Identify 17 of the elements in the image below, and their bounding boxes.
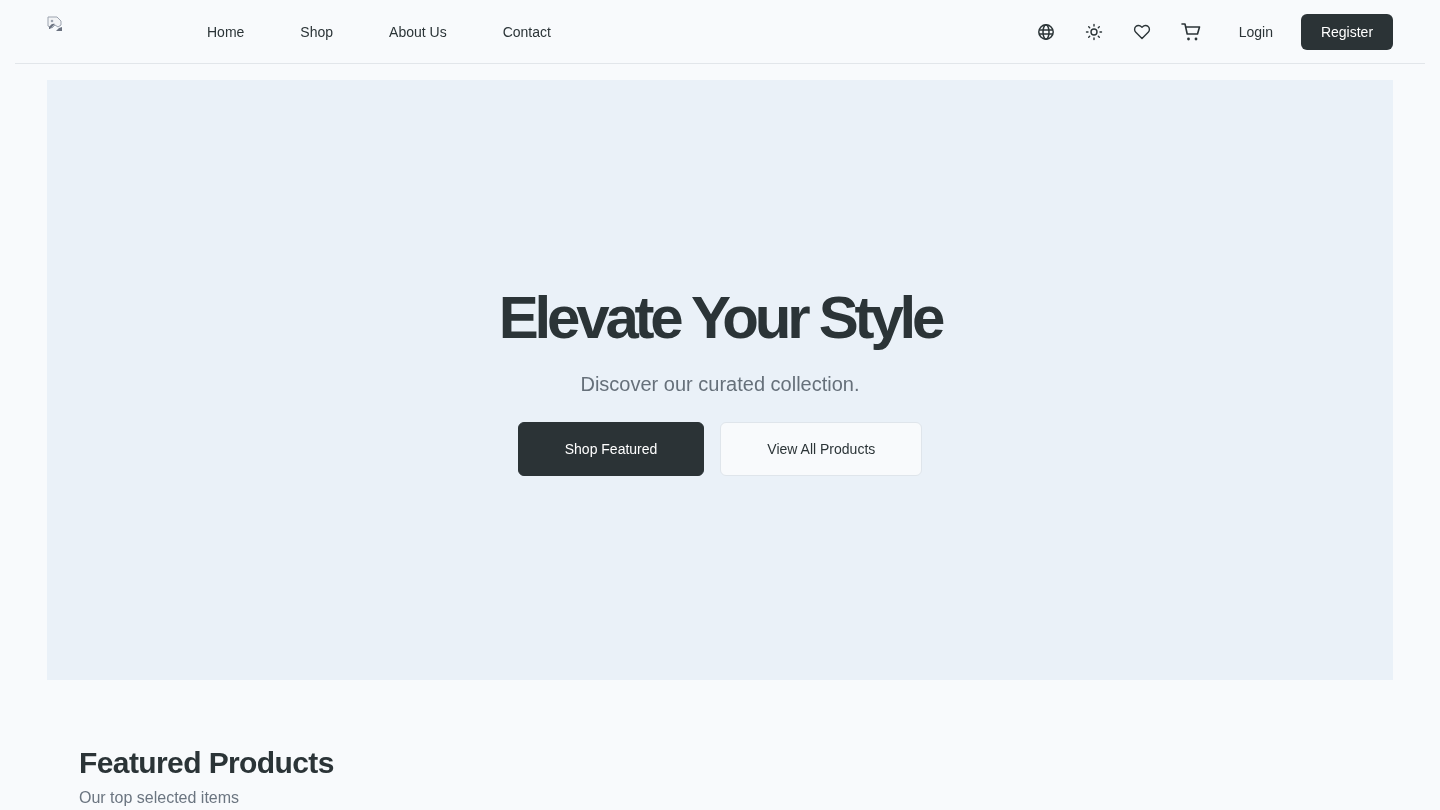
nav-link[interactable]: Contact (502, 23, 551, 40)
register-button[interactable]: Register (1301, 13, 1393, 50)
view-products-button[interactable]: View All Products (720, 421, 923, 476)
broken-image-icon (47, 15, 63, 32)
nav-link[interactable]: Home (207, 23, 245, 40)
shop-featured-button[interactable]: Shop Featured (517, 421, 705, 476)
section-title: Featured Products (79, 745, 335, 781)
hero-title: Elevate Your Style (498, 284, 942, 351)
section-subtitle: Our top selected items (79, 788, 241, 808)
hero-subtitle: Discover our curated collection. (580, 371, 860, 397)
globe-icon[interactable] (1036, 22, 1055, 41)
heart-icon[interactable] (1132, 22, 1151, 41)
sun-icon[interactable] (1084, 22, 1103, 41)
cart-icon[interactable] (1180, 21, 1201, 42)
login-link[interactable]: Login (1238, 23, 1273, 40)
nav-link[interactable]: About Us (389, 23, 447, 40)
nav-link[interactable]: Shop (300, 23, 334, 40)
